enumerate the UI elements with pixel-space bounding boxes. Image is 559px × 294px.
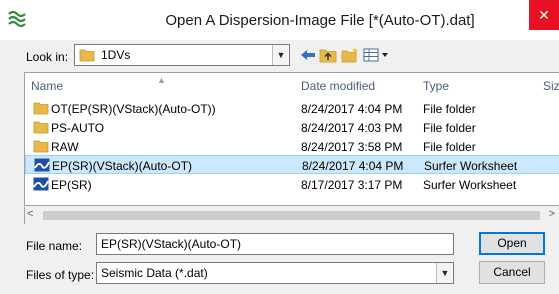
file-type: File folder bbox=[423, 140, 476, 154]
title-bar: Open A Dispersion-Image File [*(Auto-OT)… bbox=[0, 0, 559, 40]
folder-icon bbox=[79, 48, 95, 62]
up-folder-icon[interactable] bbox=[318, 45, 338, 65]
open-button[interactable]: Open bbox=[479, 232, 545, 255]
folder-icon bbox=[33, 101, 49, 116]
window-title: Open A Dispersion-Image File [*(Auto-OT)… bbox=[165, 12, 475, 29]
file-name: PS-AUTO bbox=[51, 121, 105, 135]
folder-icon bbox=[33, 120, 49, 135]
cancel-button[interactable]: Cancel bbox=[479, 261, 545, 284]
file-type: File folder bbox=[423, 121, 476, 135]
list-item[interactable]: RAW 8/24/2017 3:58 PM File folder bbox=[25, 137, 559, 156]
files-of-type-dropdown[interactable]: Seismic Data (*.dat) ▼ bbox=[96, 262, 454, 284]
list-item[interactable]: EP(SR) 8/17/2017 3:17 PM Surfer Workshee… bbox=[25, 175, 559, 194]
file-name-label: File name: bbox=[26, 239, 83, 253]
column-header-type[interactable]: Type bbox=[423, 73, 449, 95]
view-menu-icon[interactable] bbox=[362, 45, 392, 65]
file-name: RAW bbox=[51, 140, 79, 154]
column-header-size[interactable]: Siz bbox=[543, 73, 559, 95]
file-name-input[interactable]: EP(SR)(VStack)(Auto-OT) bbox=[96, 233, 454, 255]
file-type: File folder bbox=[423, 102, 476, 116]
new-folder-icon[interactable] bbox=[340, 45, 360, 65]
list-item[interactable]: PS-AUTO 8/24/2017 4:03 PM File folder bbox=[25, 118, 559, 137]
file-date: 8/17/2017 3:17 PM bbox=[301, 178, 403, 192]
list-item-selected[interactable]: EP(SR)(VStack)(Auto-OT) 8/24/2017 4:04 P… bbox=[25, 155, 559, 174]
back-arrow-icon[interactable] bbox=[298, 45, 318, 65]
file-date: 8/24/2017 3:58 PM bbox=[301, 140, 403, 154]
sort-ascending-icon: ▲ bbox=[157, 75, 166, 85]
chevron-down-icon[interactable]: ▼ bbox=[272, 45, 289, 65]
app-icon bbox=[8, 9, 28, 28]
file-type: Surfer Worksheet bbox=[424, 159, 518, 173]
folder-icon bbox=[33, 139, 49, 154]
files-of-type-label: Files of type: bbox=[26, 268, 95, 282]
surfer-worksheet-icon bbox=[34, 158, 50, 173]
list-item[interactable]: OT(EP(SR)(VStack)(Auto-OT)) 8/24/2017 4:… bbox=[25, 99, 559, 118]
files-of-type-value: Seismic Data (*.dat) bbox=[101, 266, 208, 280]
scroll-left-icon[interactable]: < bbox=[27, 208, 33, 220]
file-date: 8/24/2017 4:04 PM bbox=[302, 159, 404, 173]
file-type: Surfer Worksheet bbox=[423, 178, 517, 192]
file-name: EP(SR)(VStack)(Auto-OT) bbox=[52, 159, 193, 173]
scrollbar-thumb[interactable] bbox=[43, 211, 540, 220]
look-in-value: 1DVs bbox=[101, 48, 131, 62]
file-date: 8/24/2017 4:03 PM bbox=[301, 121, 403, 135]
file-name: OT(EP(SR)(VStack)(Auto-OT)) bbox=[51, 102, 216, 116]
file-date: 8/24/2017 4:04 PM bbox=[301, 102, 403, 116]
column-header-date-modified[interactable]: Date modified bbox=[301, 73, 375, 95]
file-list[interactable]: Name ▲ Date modified Type Siz OT(EP(SR)(… bbox=[24, 72, 559, 206]
look-in-label: Look in: bbox=[26, 50, 69, 64]
scroll-right-icon[interactable]: > bbox=[549, 208, 555, 220]
close-button[interactable]: ✕ bbox=[529, 0, 559, 30]
chevron-down-icon[interactable]: ▼ bbox=[436, 263, 453, 283]
surfer-worksheet-icon bbox=[33, 177, 49, 192]
horizontal-scrollbar[interactable]: < > bbox=[24, 207, 559, 224]
look-in-dropdown[interactable]: 1DVs ▼ bbox=[74, 44, 290, 66]
file-name: EP(SR) bbox=[51, 178, 92, 192]
column-header-name[interactable]: Name bbox=[31, 73, 63, 95]
